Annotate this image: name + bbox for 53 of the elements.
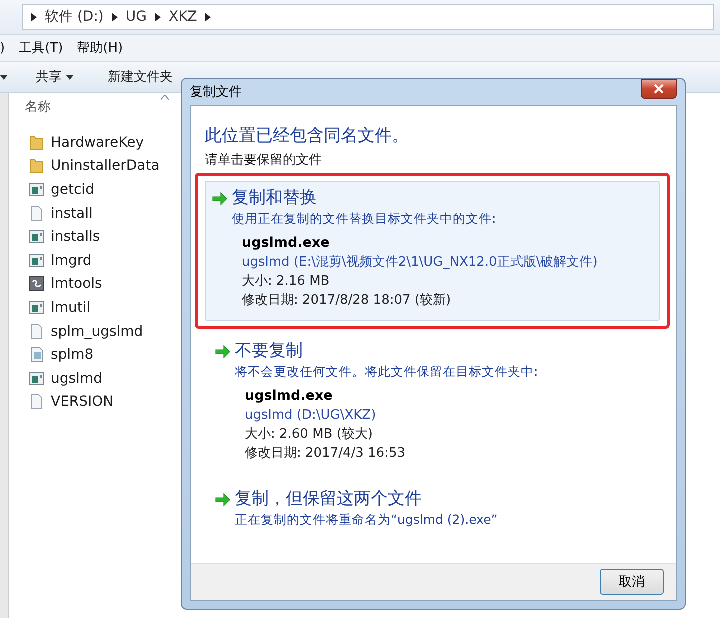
file-name[interactable]: installs [51, 229, 100, 246]
document-icon [29, 394, 45, 410]
tool-icon [29, 276, 45, 292]
cancel-button[interactable]: 取消 [600, 569, 664, 595]
dialog-heading: 此位置已经包含同名文件。 [205, 125, 410, 147]
caret-icon [66, 74, 74, 80]
toolbar-button[interactable]: 新建文件夹 [102, 66, 179, 88]
arrow-icon [212, 192, 228, 206]
breadcrumb-item[interactable]: UG [126, 9, 147, 25]
menu-item[interactable]: 帮助(H) [77, 39, 124, 57]
close-icon [653, 84, 665, 94]
file-name[interactable]: install [51, 206, 93, 222]
file-name[interactable]: lmgrd [51, 252, 92, 269]
file-icon [29, 347, 45, 364]
address-bar[interactable]: 软件 (D:) UG XKZ [22, 4, 714, 30]
menu-item[interactable]: 工具(T) [19, 39, 64, 57]
document-icon [29, 324, 45, 340]
choice-option[interactable]: 复制和替换 使用正在复制的文件替换目标文件夹中的文件: ugslmd.exe ugslmd (E:\混剪\视频文件2\1\UG_NX12.0正式版\破解文件) 大小: 2.16 MB 修改日期: 2017/8/28 18:07 (较新) [205, 181, 660, 321]
file-name[interactable]: lmtools [51, 276, 102, 292]
file-name[interactable]: getcid [51, 182, 94, 198]
breadcrumb-item[interactable]: XKZ [168, 9, 198, 25]
instruction-text: 请单击要保留的文件 [205, 152, 323, 169]
file-name[interactable]: splm_ugslmd [51, 324, 144, 340]
close-button[interactable] [641, 79, 677, 99]
sort-icon [161, 95, 169, 100]
application-icon [29, 252, 45, 269]
chevron-icon [31, 12, 37, 22]
breadcrumb-item[interactable]: 软件 (D:) [45, 8, 104, 26]
window-title: 复制文件 [190, 84, 242, 101]
arrow-icon [215, 493, 231, 507]
folder-icon [29, 158, 45, 174]
folder-icon [29, 134, 45, 151]
application-icon [29, 370, 45, 387]
file-name[interactable]: ugslmd [51, 370, 102, 387]
file-name[interactable]: lmutil [51, 300, 91, 316]
menu-item[interactable]: ) [0, 40, 6, 56]
file-name[interactable]: splm8 [51, 347, 94, 364]
chevron-icon [154, 12, 161, 22]
chevron-icon [112, 12, 118, 22]
file-name[interactable]: UninstallerData [51, 158, 160, 174]
application-icon [29, 300, 45, 316]
document-icon [29, 206, 45, 222]
file-name[interactable]: VERSION [51, 394, 114, 410]
column-header[interactable]: 名称 [25, 98, 51, 116]
caret-icon [0, 74, 8, 80]
choice-option[interactable]: 复制，但保留这两个文件 正在复制的文件将重命名为“ugslmd (2).exe” [208, 482, 657, 540]
chevron-icon [205, 12, 212, 22]
arrow-icon [215, 345, 231, 359]
application-icon [29, 182, 45, 198]
application-icon [29, 229, 45, 246]
file-name[interactable]: HardwareKey [51, 134, 144, 151]
toolbar-button[interactable]: 共享 [30, 66, 80, 88]
choice-option[interactable]: 不要复制 将不会更改任何文件。将此文件保留在目标文件夹中: ugslmd.exe ugslmd (D:\UG\XKZ) 大小: 2.60 MB (较大) 修改日期: 2017/4/3 16:53 [208, 334, 657, 474]
